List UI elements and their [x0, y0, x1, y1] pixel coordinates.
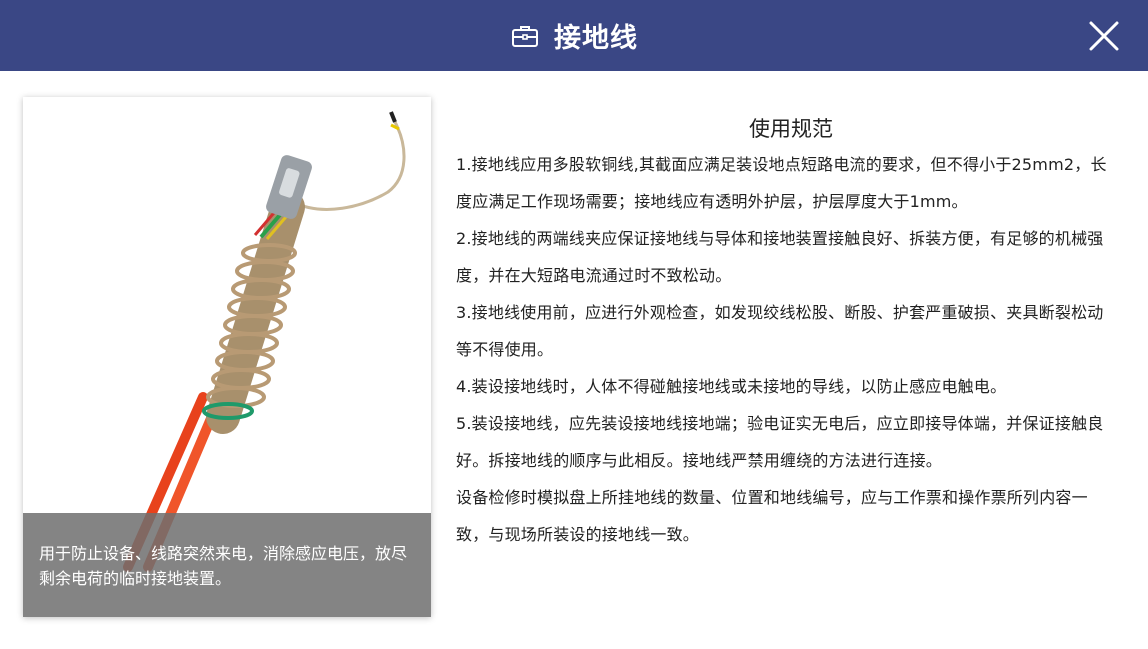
header-bar: 接地线: [0, 0, 1148, 71]
guideline-paragraph: 3.接地线使用前，应进行外观检查，如发现绞线松股、断股、护套严重破损、夹具断裂松…: [456, 303, 1104, 359]
guideline-paragraph: 5.装设接地线，应先装设接地线接地端；验电证实无电后，应立即接导体端，并保证接触…: [456, 414, 1104, 470]
image-caption: 用于防止设备、线路突然来电，消除感应电压，放尽剩余电荷的临时接地装置。: [23, 513, 431, 617]
toolbox-icon: [510, 21, 540, 51]
guideline-paragraph: 4.装设接地线时，人体不得碰触接地线或未接地的导线，以防止感应电触电。: [456, 377, 1007, 396]
guideline-paragraph: 2.接地线的两端线夹应保证接地线与导体和接地装置接触良好、拆装方便，有足够的机械…: [456, 229, 1104, 285]
page-title: 接地线: [554, 23, 638, 54]
section-title: 使用规范: [749, 117, 833, 141]
guideline-paragraph: 1.接地线应用多股软铜线,其截面应满足装设地点短路电流的要求，但不得小于25mm…: [456, 155, 1107, 211]
header-title-group: 接地线: [0, 0, 1148, 71]
close-icon: [1089, 21, 1119, 51]
close-button[interactable]: [1086, 18, 1122, 54]
usage-guidelines: 使用规范 1.接地线应用多股软铜线,其截面应满足装设地点短路电流的要求，但不得小…: [456, 112, 1116, 553]
image-card: 用于防止设备、线路突然来电，消除感应电压，放尽剩余电荷的临时接地装置。: [23, 97, 431, 617]
guideline-paragraph: 设备检修时模拟盘上所挂地线的数量、位置和地线编号，应与工作票和操作票所列内容一致…: [456, 488, 1088, 544]
